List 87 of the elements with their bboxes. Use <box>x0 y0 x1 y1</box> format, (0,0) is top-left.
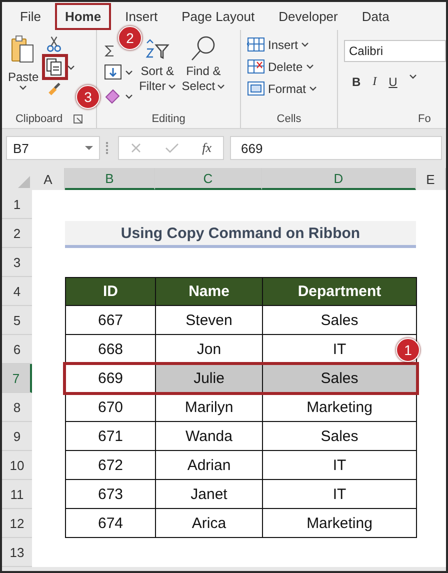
row-header[interactable]: 5 <box>2 306 32 335</box>
group-label: Clipboard <box>15 113 63 125</box>
caret-icon <box>66 64 75 70</box>
group-label: Editing <box>152 113 186 125</box>
caret-icon <box>409 74 418 79</box>
table-cell: Julie <box>156 364 263 392</box>
table-cell: Sales <box>263 422 417 450</box>
ribbon-tab[interactable]: Home <box>54 2 112 30</box>
table-cell: 672 <box>66 451 156 479</box>
font-style-button[interactable]: I <box>372 74 377 89</box>
find-select-button[interactable]: Find & Select <box>182 34 226 110</box>
caret-icon <box>168 84 176 89</box>
insert-cells-icon <box>246 36 265 53</box>
row-header[interactable]: 9 <box>2 422 32 451</box>
row-header[interactable]: 12 <box>2 509 32 538</box>
cells-command[interactable]: Format <box>246 80 317 97</box>
cut-button[interactable] <box>44 34 63 54</box>
group-label: Fo <box>418 113 431 125</box>
table-cell: Steven <box>156 306 263 334</box>
dropdown-icon <box>85 146 93 150</box>
caret-icon <box>217 84 226 89</box>
table-cell: Jon <box>156 335 263 363</box>
row-header[interactable]: 7 <box>2 364 32 393</box>
font-name-field[interactable]: Calibri <box>344 40 446 62</box>
ribbon-tab[interactable]: Page Layout <box>172 2 265 30</box>
table-cell: 667 <box>66 306 156 334</box>
row-header[interactable]: 13 <box>2 538 32 567</box>
row-header[interactable]: 1 <box>2 190 32 219</box>
sort-filter-button[interactable]: Sort & Filter <box>139 34 176 110</box>
row-header[interactable]: 3 <box>2 248 32 277</box>
table-cell: IT <box>263 480 417 508</box>
scissors-icon <box>44 34 63 54</box>
table-cell: 670 <box>66 393 156 421</box>
sheet-title: Using Copy Command on Ribbon <box>65 221 416 248</box>
caret-icon <box>306 64 314 69</box>
table-cell: Marketing <box>263 393 417 421</box>
group-label: Cells <box>276 113 302 125</box>
caret-icon <box>125 94 134 98</box>
caret-icon <box>19 85 28 90</box>
row-header[interactable]: 2 <box>2 219 32 248</box>
table-cell: Arica <box>156 509 263 537</box>
table-cell: Janet <box>156 480 263 508</box>
ribbon-tab[interactable]: Developer <box>268 2 348 30</box>
column-heading: ID <box>66 277 156 305</box>
column-header[interactable]: B <box>65 168 155 190</box>
ribbon-tab[interactable]: File <box>10 2 51 30</box>
table-cell: 668 <box>66 335 156 363</box>
column-heading: Department <box>263 277 417 305</box>
table-cell: Marketing <box>263 509 417 537</box>
dialog-launcher-icon <box>72 114 83 124</box>
cancel-icon <box>130 142 142 154</box>
table-cell: Sales <box>263 306 417 334</box>
caret-icon <box>309 86 317 91</box>
row-header[interactable]: 11 <box>2 480 32 509</box>
table-cell: 673 <box>66 480 156 508</box>
caret-icon <box>125 70 134 74</box>
name-box[interactable]: B7 <box>6 136 100 160</box>
insert-function-button[interactable]: fx <box>202 140 212 156</box>
delete-cells-icon <box>246 58 265 75</box>
table-cell: Sales <box>263 364 417 392</box>
row-header[interactable]: 6 <box>2 335 32 364</box>
fill-down-icon <box>103 62 124 82</box>
caret-icon <box>301 42 309 47</box>
formula-field[interactable]: 669 <box>230 136 442 160</box>
table-cell: Adrian <box>156 451 263 479</box>
row-header[interactable]: 8 <box>2 393 32 422</box>
ribbon-tab[interactable]: Data <box>352 2 400 30</box>
fill-button[interactable] <box>103 62 134 82</box>
column-heading: Name <box>156 277 263 305</box>
column-header[interactable]: C <box>155 168 262 190</box>
table-cell: 671 <box>66 422 156 450</box>
row-header[interactable]: 4 <box>2 277 32 306</box>
table-cell: Marilyn <box>156 393 263 421</box>
table-cell: Wanda <box>156 422 263 450</box>
paste-button[interactable]: Paste <box>8 34 39 110</box>
column-header[interactable]: D <box>262 168 416 190</box>
font-style-button[interactable]: U <box>388 74 398 89</box>
check-icon <box>165 142 180 154</box>
font-style-button[interactable]: B <box>352 74 361 89</box>
column-header[interactable]: E <box>416 168 446 190</box>
row-header[interactable]: 10 <box>2 451 32 480</box>
cells-command[interactable]: Delete <box>246 58 314 75</box>
cells-command[interactable]: Insert <box>246 36 309 53</box>
copy-button[interactable] <box>44 57 65 77</box>
table-cell: IT <box>263 451 417 479</box>
format-cells-icon <box>246 80 265 97</box>
table-cell: 674 <box>66 509 156 537</box>
